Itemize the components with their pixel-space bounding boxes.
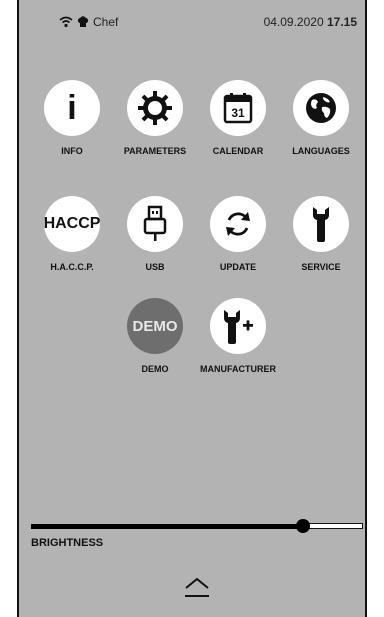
tile-label: DEMO — [141, 364, 169, 374]
calendar-icon: 31 — [223, 93, 253, 124]
status-date: 04.09.2020 — [263, 15, 324, 29]
usb-icon — [143, 205, 167, 241]
tile-update[interactable]: UPDATE — [198, 196, 278, 272]
demo-circle[interactable]: DEMO — [127, 298, 183, 354]
tile-demo[interactable]: DEMO DEMO — [115, 298, 195, 374]
parameters-circle[interactable] — [127, 80, 183, 136]
status-left: Chef — [59, 15, 118, 29]
wrench-plus-icon — [224, 310, 253, 344]
user-name: Chef — [93, 15, 119, 29]
calendar-day: 31 — [231, 106, 245, 120]
tile-service[interactable]: SERVICE — [281, 196, 361, 272]
refresh-icon — [226, 212, 250, 236]
languages-circle[interactable] — [293, 80, 349, 136]
slider-handle[interactable] — [296, 519, 310, 533]
tile-manufacturer[interactable]: MANUFACTURER — [198, 298, 278, 374]
tile-label: CALENDAR — [212, 146, 264, 156]
gear-icon — [138, 91, 172, 125]
service-circle[interactable] — [293, 196, 349, 252]
tile-label: H.A.C.C.P. — [50, 262, 94, 272]
demo-icon: DEMO — [132, 317, 178, 335]
status-time: 17.15 — [326, 15, 357, 29]
haccp-circle[interactable]: HACCP — [44, 196, 100, 252]
info-icon: i — [67, 88, 77, 127]
chef-hat-icon — [77, 16, 89, 27]
tile-label: INFO — [61, 146, 83, 156]
tile-info[interactable]: i INFO — [32, 80, 112, 156]
tile-label: LANGUAGES — [292, 146, 350, 156]
info-circle[interactable]: i — [44, 80, 100, 136]
tile-label: SERVICE — [301, 262, 341, 272]
tile-haccp[interactable]: HACCP H.A.C.C.P. — [32, 196, 112, 272]
update-circle[interactable] — [210, 196, 266, 252]
wrench-icon — [313, 207, 329, 242]
tile-label: UPDATE — [219, 262, 257, 272]
status-bar: Chef 04.09.2020 17.15 — [19, 12, 365, 34]
slider-fill — [31, 524, 303, 529]
tile-label: MANUFACTURER — [200, 364, 276, 374]
wifi-icon — [59, 16, 73, 28]
brightness-slider[interactable] — [31, 519, 363, 534]
tile-label: USB — [145, 262, 165, 272]
brightness-label: BRIGHTNESS — [31, 537, 104, 549]
eject-up-icon[interactable] — [183, 575, 211, 601]
calendar-circle[interactable]: 31 — [210, 80, 266, 136]
tile-label: PARAMETERS — [123, 146, 187, 156]
tile-parameters[interactable]: PARAMETERS — [115, 80, 195, 156]
haccp-icon: HACCP — [43, 215, 101, 232]
tile-usb[interactable]: USB — [115, 196, 195, 272]
device-screen: Chef 04.09.2020 17.15 i INFO PARAMETERS … — [17, 0, 367, 617]
slider-track[interactable] — [303, 523, 363, 529]
globe-icon — [306, 93, 336, 123]
tile-languages[interactable]: LANGUAGES — [281, 80, 361, 156]
usb-circle[interactable] — [127, 196, 183, 252]
manufacturer-circle[interactable] — [210, 298, 266, 354]
tile-calendar[interactable]: 31 CALENDAR — [198, 80, 278, 156]
status-datetime: 04.09.2020 17.15 — [264, 15, 357, 29]
